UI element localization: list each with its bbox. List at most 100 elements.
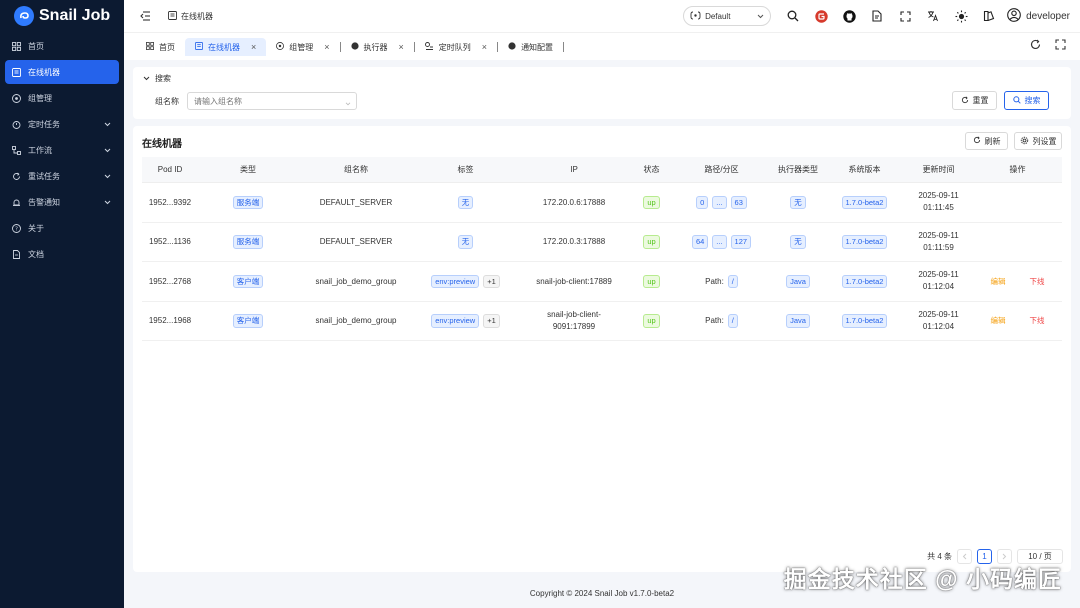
reload-icon[interactable] — [1030, 39, 1041, 52]
app-logo[interactable]: Snail Job — [0, 0, 124, 32]
partition-end-tag: 63 — [730, 195, 747, 209]
offline-link[interactable]: 下线 — [1030, 315, 1045, 326]
partition-end-tag: 127 — [730, 235, 752, 249]
sidebar-item-group-management[interactable]: 组管理 — [5, 86, 119, 110]
update-date: 2025-09-11 — [918, 230, 959, 240]
sidebar: Snail Job 首页 在线机器 组管理 定时任务 工作流 重试任务 告警通知… — [0, 0, 124, 608]
timer-icon — [11, 119, 21, 129]
search-button[interactable]: 搜索 — [1004, 91, 1049, 110]
sidebar-item-docs[interactable]: 文档 — [5, 242, 119, 266]
sidebar-item-alarm-notifications[interactable]: 告警通知 — [5, 190, 119, 214]
executor-tag: 无 — [790, 195, 806, 209]
more-labels-tag[interactable]: +1 — [483, 314, 500, 328]
tab-timer-queue[interactable]: 定时队列 × — [415, 38, 497, 56]
sidebar-item-label: 工作流 — [28, 145, 52, 155]
theme-select[interactable]: Default — [683, 6, 772, 26]
cell-pod-id: 1952...2768 — [148, 276, 192, 286]
tab-group-management[interactable]: 组管理 × — [266, 38, 339, 56]
close-icon[interactable]: × — [399, 42, 404, 52]
col-path-partition: 路径/分区 — [704, 165, 739, 174]
search-panel: 搜索 组名称 重置 搜索 — [133, 67, 1071, 119]
menu-collapse-icon[interactable] — [138, 9, 152, 23]
cell-labels: env:preview +1 — [414, 314, 517, 328]
cell-system-version: 1.7.0-beta2 — [825, 195, 904, 209]
translate-icon[interactable] — [919, 2, 947, 30]
label-tag: env:preview — [431, 314, 480, 328]
gear-icon — [1020, 136, 1029, 147]
sidebar-item-about[interactable]: ? 关于 — [5, 216, 119, 240]
fullscreen-icon[interactable] — [891, 2, 919, 30]
dashboard-icon — [11, 41, 21, 51]
column-settings-button[interactable]: 列设置 — [1014, 132, 1062, 150]
cell-ip: snail-job-client- 9091:17899 — [517, 309, 631, 333]
col-type: 类型 — [240, 165, 256, 174]
cell-type: 服务端 — [198, 235, 298, 249]
sidebar-item-retry-tasks[interactable]: 重试任务 — [5, 164, 119, 188]
col-group-name: 组名称 — [344, 165, 368, 174]
tab-online-machines[interactable]: 在线机器 × — [185, 38, 267, 56]
close-icon[interactable]: × — [251, 42, 256, 52]
breadcrumb-current[interactable]: 在线机器 — [181, 11, 213, 22]
reset-button[interactable]: 重置 — [952, 91, 997, 110]
gitee-icon[interactable] — [807, 2, 835, 30]
cell-status: up — [631, 195, 672, 209]
cell-path-partition: 64 ... 127 — [672, 235, 771, 249]
user-menu[interactable]: developer — [1007, 7, 1070, 25]
retry-icon — [11, 171, 21, 181]
tab-executors[interactable]: 执行器 × — [341, 38, 414, 56]
path-prefix: Path: — [705, 316, 724, 326]
sidebar-item-online-machines[interactable]: 在线机器 — [5, 60, 119, 84]
cell-ip: snail-job-client:17889 — [536, 276, 612, 286]
user-avatar-icon — [1007, 7, 1021, 25]
executor-tag: Java — [786, 314, 810, 328]
cell-status: up — [631, 314, 672, 328]
offline-link[interactable]: 下线 — [1030, 276, 1045, 287]
group-name-select[interactable] — [187, 92, 357, 110]
sidebar-item-label: 组管理 — [28, 93, 52, 103]
search-icon[interactable] — [779, 2, 807, 30]
edit-link[interactable]: 编辑 — [991, 276, 1006, 287]
cell-status: up — [631, 274, 672, 288]
github-icon[interactable] — [835, 2, 863, 30]
sidebar-item-scheduled-tasks[interactable]: 定时任务 — [5, 112, 119, 136]
chevron-down-icon — [104, 146, 111, 155]
refresh-button[interactable]: 刷新 — [965, 132, 1008, 150]
chevron-down-icon — [345, 98, 351, 108]
sun-icon[interactable] — [947, 2, 975, 30]
tab-label: 在线机器 — [208, 42, 240, 52]
theme-config-icon[interactable] — [975, 2, 1003, 30]
close-icon[interactable]: × — [482, 42, 487, 52]
search-button-label: 搜索 — [1024, 96, 1041, 105]
cell-update-time: 2025-09-11 01:12:04 — [904, 269, 973, 293]
fullscreen-icon[interactable] — [1055, 39, 1066, 52]
tab-label: 通知配置 — [521, 42, 554, 52]
tab-label: 组管理 — [289, 42, 314, 52]
queue-icon — [424, 42, 434, 52]
close-icon[interactable]: × — [324, 42, 329, 52]
sidebar-item-label: 重试任务 — [28, 171, 60, 181]
app-name: Snail Job — [39, 7, 111, 24]
document-icon[interactable] — [863, 2, 891, 30]
more-labels-tag[interactable]: +1 — [483, 274, 500, 288]
version-tag: 1.7.0-beta2 — [841, 235, 888, 249]
cell-status: up — [631, 235, 672, 249]
chevron-down-icon — [104, 120, 111, 129]
search-icon — [1012, 95, 1021, 106]
type-tag: 服务端 — [232, 235, 264, 249]
cell-executor-type: 无 — [771, 235, 825, 249]
update-date: 2025-09-11 — [918, 270, 959, 280]
theme-select-value: Default — [705, 11, 731, 21]
search-panel-toggle[interactable]: 搜索 — [143, 73, 171, 84]
breadcrumb: 在线机器 — [168, 10, 213, 22]
tab-notify-config[interactable]: 通知配置 — [498, 38, 563, 56]
cell-type: 服务端 — [198, 195, 298, 209]
type-tag: 服务端 — [232, 195, 264, 209]
tab-home[interactable]: 首页 — [136, 38, 185, 56]
sidebar-item-home[interactable]: 首页 — [5, 34, 119, 58]
status-badge: up — [643, 274, 660, 288]
table-body: 1952...9392 服务端 DEFAULT_SERVER 无 172.20.… — [142, 183, 1062, 341]
edit-link[interactable]: 编辑 — [991, 315, 1006, 326]
cell-group-name: snail_job_demo_group — [315, 316, 397, 326]
sidebar-item-workflow[interactable]: 工作流 — [5, 138, 119, 162]
path-prefix: Path: — [705, 276, 724, 286]
